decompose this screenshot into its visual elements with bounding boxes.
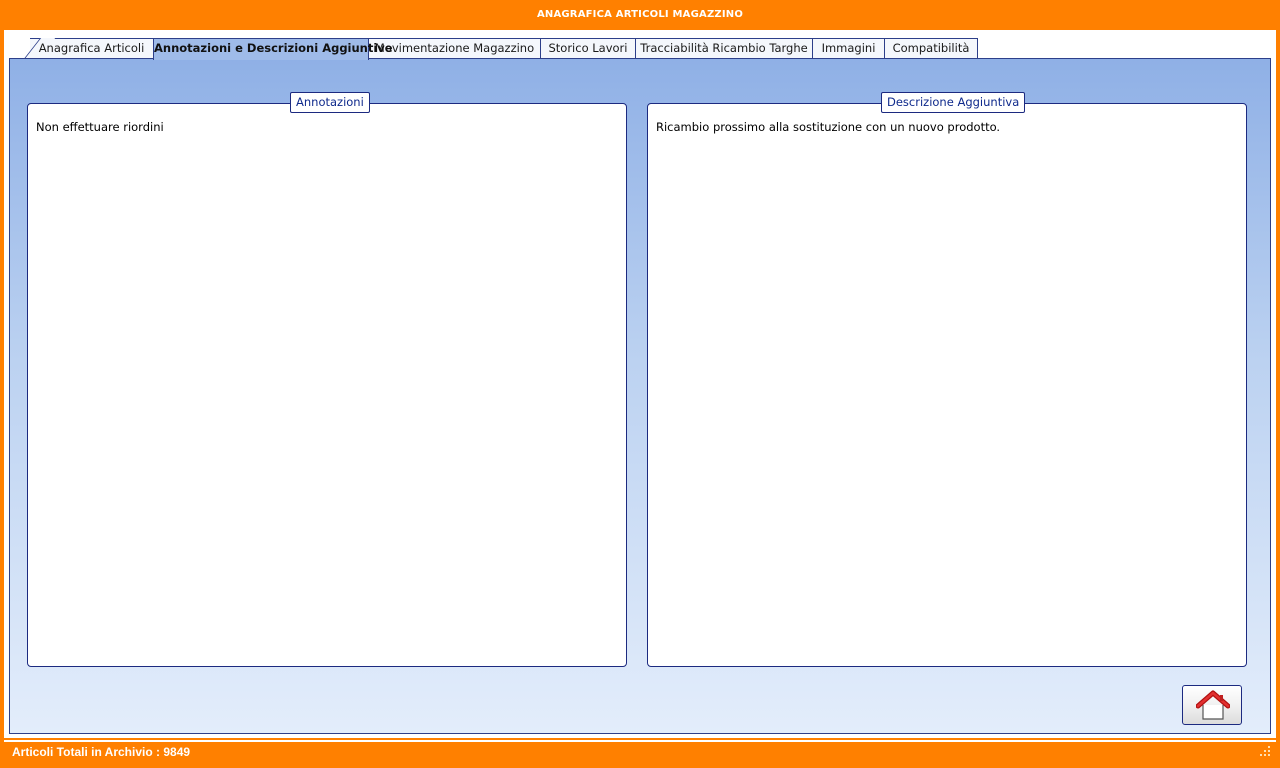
tab-immagini[interactable]: Immagini — [812, 38, 885, 59]
tab-label: Anagrafica Articoli — [38, 41, 145, 55]
window-title: ANAGRAFICA ARTICOLI MAGAZZINO — [0, 0, 1280, 30]
tab-movimentazione-magazzino[interactable]: Movimentazione Magazzino — [368, 38, 541, 59]
status-text: Articoli Totali in Archivio : 9849 — [4, 740, 1276, 762]
tab-content-panel: Annotazioni Non effettuare riordini Desc… — [9, 58, 1271, 734]
additional-description-textarea[interactable]: Ricambio prossimo alla sostituzione con … — [656, 120, 1238, 658]
additional-description-group: Descrizione Aggiuntiva Ricambio prossimo… — [647, 92, 1247, 667]
home-button[interactable] — [1182, 685, 1242, 725]
tab-strip: Anagrafica Articoli Annotazioni e Descri… — [12, 38, 1012, 60]
client-area: Anagrafica Articoli Annotazioni e Descri… — [4, 30, 1276, 738]
tab-compatibilita[interactable]: Compatibilità — [884, 38, 978, 59]
annotations-textarea[interactable]: Non effettuare riordini — [36, 120, 618, 658]
status-bar: Articoli Totali in Archivio : 9849 — [0, 738, 1280, 768]
annotations-group: Annotazioni Non effettuare riordini — [27, 92, 627, 667]
tab-label: Storico Lavori — [548, 41, 628, 55]
tab-label: Movimentazione Magazzino — [374, 41, 535, 55]
tab-label: Tracciabilità Ricambio Targhe — [640, 41, 808, 55]
tab-label: Annotazioni e Descrizioni Aggiuntive — [154, 41, 393, 55]
additional-description-title: Descrizione Aggiuntiva — [881, 92, 1026, 113]
tab-tracciabilita-ricambio[interactable]: Tracciabilità Ricambio Targhe — [635, 38, 813, 59]
resize-grip-icon[interactable] — [1260, 746, 1270, 756]
home-icon — [1196, 690, 1230, 720]
tab-anagrafica-articoli[interactable]: Anagrafica Articoli — [30, 38, 154, 59]
tab-annotazioni-descrizioni[interactable]: Annotazioni e Descrizioni Aggiuntive — [153, 38, 393, 60]
annotations-title: Annotazioni — [290, 92, 370, 113]
tab-label: Immagini — [821, 41, 876, 55]
tab-storico-lavori[interactable]: Storico Lavori — [540, 38, 636, 59]
tab-label: Compatibilità — [892, 41, 970, 55]
